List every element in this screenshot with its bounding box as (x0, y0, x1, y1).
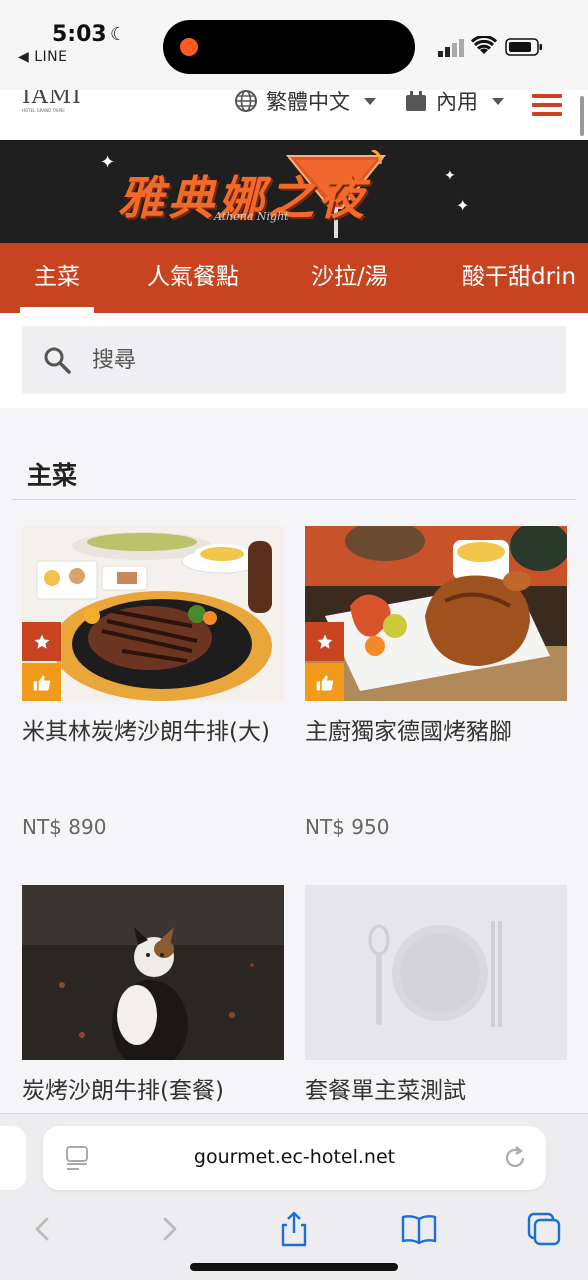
placeholder-photo (305, 885, 567, 1060)
cellular-signal-icon (438, 39, 464, 57)
share-icon[interactable] (274, 1209, 314, 1249)
bookmarks-icon[interactable] (399, 1209, 439, 1249)
thumbs-up-icon (33, 675, 50, 690)
menu-item-price: NT$ 890 (22, 815, 107, 839)
tab-main-course[interactable]: 主菜 (20, 243, 94, 313)
search-section (0, 313, 588, 408)
sparkle-icon: ✦ (100, 152, 116, 173)
menu-content: 主菜 米其林炭烤沙朗牛排(大) NT$ 890 主廚獨家德國烤豬腳 NT$ 95… (0, 408, 588, 1113)
hamburger-line (532, 112, 562, 116)
search-box[interactable] (22, 326, 566, 394)
globe-icon (235, 90, 257, 112)
back-chevron-icon[interactable] (22, 1209, 62, 1249)
hamburger-line (532, 94, 562, 98)
tab-salad-soup[interactable]: 沙拉/湯 (311, 243, 388, 313)
star-icon (317, 634, 332, 649)
url-text: gourmet.ec-hotel.net (193, 1146, 396, 1168)
menu-item-name: 炭烤沙朗牛排(套餐) (22, 1078, 224, 1104)
star-icon (34, 634, 49, 649)
promo-banner[interactable]: ✦ ✦ ✦ 雅典娜之夜 Athena Night (0, 140, 588, 243)
popular-like-badge (22, 663, 61, 701)
search-icon (44, 347, 71, 374)
cat-image (22, 885, 284, 1060)
forward-chevron-icon[interactable] (150, 1209, 190, 1249)
language-label: 繁體中文 (266, 90, 350, 114)
browser-toolbar (0, 1203, 588, 1280)
site-header: IAMI HOTEL GRAND TAIPEI 繁體中文 內用 (0, 90, 588, 140)
section-title: 主菜 (27, 461, 78, 490)
dynamic-island (163, 20, 415, 74)
logo-mark: IAMI (22, 90, 82, 109)
sparkle-icon: ✦ (456, 196, 470, 215)
menu-item-card[interactable]: 主廚獨家德國烤豬腳 NT$ 950 (305, 526, 567, 839)
menu-item-price: NT$ 950 (305, 815, 390, 839)
page-scrollbar (580, 96, 584, 136)
language-selector[interactable]: 繁體中文 (234, 90, 376, 116)
menu-item-card[interactable]: 套餐單主菜測試 (305, 885, 567, 1113)
store-icon (406, 91, 426, 111)
banner-subtitle: Athena Night (214, 210, 289, 223)
moon-icon: ☾ (110, 24, 127, 45)
previous-tab-peek[interactable] (0, 1126, 26, 1190)
tab-drinks[interactable]: 酸干甜drin (462, 243, 576, 313)
status-bar: 5:03 ☾ ◀ LINE (0, 0, 588, 90)
chevron-down-icon (492, 97, 504, 105)
steak-photo (22, 526, 284, 701)
home-indicator (190, 1263, 398, 1271)
recommended-star-badge (305, 622, 344, 661)
sparkle-icon: ✦ (444, 168, 456, 184)
address-bar[interactable]: gourmet.ec-hotel.net (43, 1126, 546, 1190)
hotel-logo[interactable]: IAMI HOTEL GRAND TAIPEI (22, 90, 82, 130)
dining-mode-label: 內用 (436, 90, 478, 114)
wifi-icon (471, 36, 497, 54)
menu-item-name: 套餐單主菜測試 (305, 1078, 466, 1104)
menu-item-card[interactable]: 炭烤沙朗牛排(套餐) (22, 885, 284, 1113)
menu-item-card[interactable]: 米其林炭烤沙朗牛排(大) NT$ 890 (22, 526, 284, 839)
section-divider (12, 499, 576, 500)
search-input[interactable] (92, 347, 512, 373)
logo-subtitle: HOTEL GRAND TAIPEI (22, 108, 65, 113)
recommended-star-badge (22, 622, 61, 661)
plate-utensils-icon (305, 885, 567, 1060)
tabs-overview-icon[interactable] (524, 1209, 564, 1249)
status-time: 5:03 (52, 22, 107, 47)
hamburger-line (532, 103, 562, 107)
recording-dot-icon (180, 38, 198, 56)
battery-icon (505, 38, 542, 56)
pork-knuckle-image (305, 526, 567, 701)
steak-image (22, 526, 284, 701)
cat-photo (22, 885, 284, 1060)
hamburger-menu-button[interactable] (532, 94, 562, 116)
browser-address-area: gourmet.ec-hotel.net (0, 1113, 588, 1203)
chevron-down-icon (364, 97, 376, 105)
thumbs-up-icon (316, 675, 333, 690)
reload-icon[interactable] (501, 1144, 529, 1172)
menu-item-name: 米其林炭烤沙朗牛排(大) (22, 719, 270, 745)
pork-knuckle-photo (305, 526, 567, 701)
popular-like-badge (305, 663, 344, 701)
back-to-line-link[interactable]: ◀ LINE (18, 49, 67, 65)
tab-popular[interactable]: 人氣餐點 (147, 243, 239, 313)
category-tabs: 主菜 人氣餐點 沙拉/湯 酸干甜drin (0, 243, 588, 313)
dining-mode-selector[interactable]: 內用 (404, 90, 504, 116)
menu-item-name: 主廚獨家德國烤豬腳 (305, 719, 512, 745)
